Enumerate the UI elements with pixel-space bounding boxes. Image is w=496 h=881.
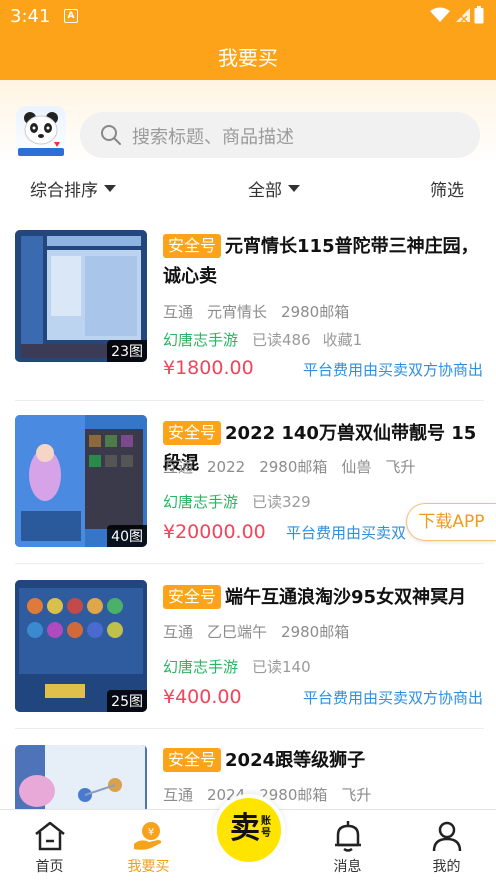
item-title[interactable]: 安全号 元宵情长115普陀带三神庄园，诚心卖 <box>163 232 485 292</box>
view-count: 已读140 <box>252 658 311 676</box>
status-bar: 3:41 A <box>0 0 496 30</box>
item-meta: 幻唐志手游 已读140 <box>163 656 323 677</box>
safe-badge: 安全号 <box>163 585 222 609</box>
divider <box>15 728 484 729</box>
item-thumbnail[interactable]: 40图 <box>15 415 147 547</box>
item-tag: 2980邮箱 <box>281 623 350 641</box>
nav-bar: 我要买 <box>0 30 496 80</box>
safe-badge: 安全号 <box>163 421 222 445</box>
item-title-text: 2024跟等级狮子 <box>225 750 366 771</box>
game-name: 幻唐志手游 <box>163 658 239 676</box>
item-title-text: 端午互通浪淘沙95女双神冥月 <box>225 587 467 608</box>
item-price: ¥1800.00 <box>163 357 254 379</box>
item-tags: 互通 元宵情长 2980邮箱 <box>163 301 363 322</box>
caret-down-icon <box>288 185 300 192</box>
item-tag: 飞升 <box>341 786 372 804</box>
game-screenshot-image <box>15 745 147 811</box>
item-tag: 2022 <box>207 458 246 476</box>
item-tag: 乙巳端午 <box>207 623 268 641</box>
tab-buy-label: 我要买 <box>127 859 170 875</box>
divider <box>15 563 484 564</box>
signal-icon <box>456 8 470 23</box>
search-input[interactable]: 搜索标题、商品描述 <box>132 123 294 149</box>
image-count-badge: 23图 <box>107 340 147 362</box>
tab-messages-label: 消息 <box>333 859 362 875</box>
item-tag: 互通 <box>163 623 194 641</box>
list-item[interactable]: 25图 安全号 端午互通浪淘沙95女双神冥月 互通 乙巳端午 2980邮箱 幻唐志手游… <box>0 570 496 734</box>
buy-coin-icon: ¥ <box>134 822 162 850</box>
item-tag: 仙兽 <box>341 458 372 476</box>
view-count: 已读329 <box>252 493 311 511</box>
page-title: 我要买 <box>218 46 278 70</box>
item-tag: 元宵情长 <box>207 303 268 321</box>
item-meta: 幻唐志手游 已读329 <box>163 491 323 512</box>
caret-down-icon <box>104 185 116 192</box>
view-count: 已读486 <box>252 331 311 349</box>
item-tags: 互通 乙巳端午 2980邮箱 <box>163 621 363 642</box>
status-time: 3:41 <box>10 6 51 27</box>
tab-home-label: 首页 <box>35 859 64 875</box>
panda-logo-icon <box>18 112 64 156</box>
fee-note: 平台费用由买卖双方协商出 <box>302 361 483 379</box>
item-price: ¥20000.00 <box>163 521 266 543</box>
search-bar[interactable]: 搜索标题、商品描述 <box>80 112 480 158</box>
item-title[interactable]: 安全号 2024跟等级狮子 <box>163 746 485 776</box>
user-icon <box>432 821 462 852</box>
image-count-badge: 25图 <box>107 690 147 712</box>
sell-main-label: 卖 <box>230 811 260 846</box>
category-filter[interactable]: 全部 <box>248 176 300 201</box>
tab-messages[interactable]: 消息 <box>298 810 397 881</box>
item-meta: 幻唐志手游 已读486 收藏1 <box>163 329 374 350</box>
item-thumbnail[interactable]: 23图 <box>15 230 147 362</box>
wifi-icon <box>430 7 450 22</box>
notification-a-icon: A <box>64 9 78 23</box>
battery-icon <box>474 6 484 24</box>
screen-filter[interactable]: 筛选 <box>430 176 464 201</box>
item-tag: 互通 <box>163 786 194 804</box>
sell-sub-label: 账号 <box>261 816 271 839</box>
image-count-badge: 40图 <box>107 525 147 547</box>
item-tag: 互通 <box>163 458 194 476</box>
fee-note: 平台费用由买卖双 <box>285 524 406 542</box>
tab-mine-label: 我的 <box>432 859 461 875</box>
sort-filter-label: 综合排序 <box>30 181 98 201</box>
filter-bar: 综合排序 全部 筛选 <box>0 170 496 210</box>
safe-badge: 安全号 <box>163 748 222 772</box>
app-logo[interactable] <box>16 106 66 160</box>
list-item[interactable]: 40图 安全号 2022 140万兽双仙带靓号 15段混 互通 2022 2980邮箱… <box>0 405 496 569</box>
sort-filter[interactable]: 综合排序 <box>30 176 116 201</box>
item-title[interactable]: 安全号 端午互通浪淘沙95女双神冥月 <box>163 583 485 613</box>
tab-mine[interactable]: 我的 <box>397 810 496 881</box>
tab-buy[interactable]: ¥ 我要买 <box>99 810 198 881</box>
item-tags: 互通 2022 2980邮箱 仙兽 飞升 <box>163 456 429 477</box>
item-tags: 互通 2024 2980邮箱 飞升 <box>163 784 385 805</box>
home-icon <box>35 821 65 851</box>
item-tag: 飞升 <box>385 458 416 476</box>
svg-text:¥: ¥ <box>148 827 154 838</box>
favorite-count: 收藏1 <box>322 331 363 349</box>
safe-badge: 安全号 <box>163 234 222 258</box>
item-tag: 2980邮箱 <box>259 458 328 476</box>
download-app-button[interactable]: 下载APP <box>406 503 496 541</box>
screen-filter-label: 筛选 <box>430 181 464 201</box>
category-filter-label: 全部 <box>248 181 282 201</box>
game-name: 幻唐志手游 <box>163 331 239 349</box>
bell-icon <box>335 821 361 852</box>
fee-note: 平台费用由买卖双方协商出 <box>302 689 483 707</box>
list-item[interactable]: 23图 安全号 元宵情长115普陀带三神庄园，诚心卖 互通 元宵情长 2980邮箱 幻… <box>0 220 496 384</box>
item-tag: 2980邮箱 <box>281 303 350 321</box>
game-name: 幻唐志手游 <box>163 493 239 511</box>
item-thumbnail[interactable]: 25图 <box>15 580 147 712</box>
divider <box>15 400 484 401</box>
item-price: ¥400.00 <box>163 686 242 708</box>
status-icons <box>430 6 484 24</box>
item-thumbnail[interactable] <box>15 745 147 811</box>
item-tag: 互通 <box>163 303 194 321</box>
sell-account-button[interactable]: 卖 账号 <box>213 794 285 866</box>
tab-home[interactable]: 首页 <box>0 810 99 881</box>
search-icon <box>101 125 121 145</box>
bottom-tab-bar: 首页 ¥ 我要买 卖 账号 消息 我的 <box>0 794 496 881</box>
